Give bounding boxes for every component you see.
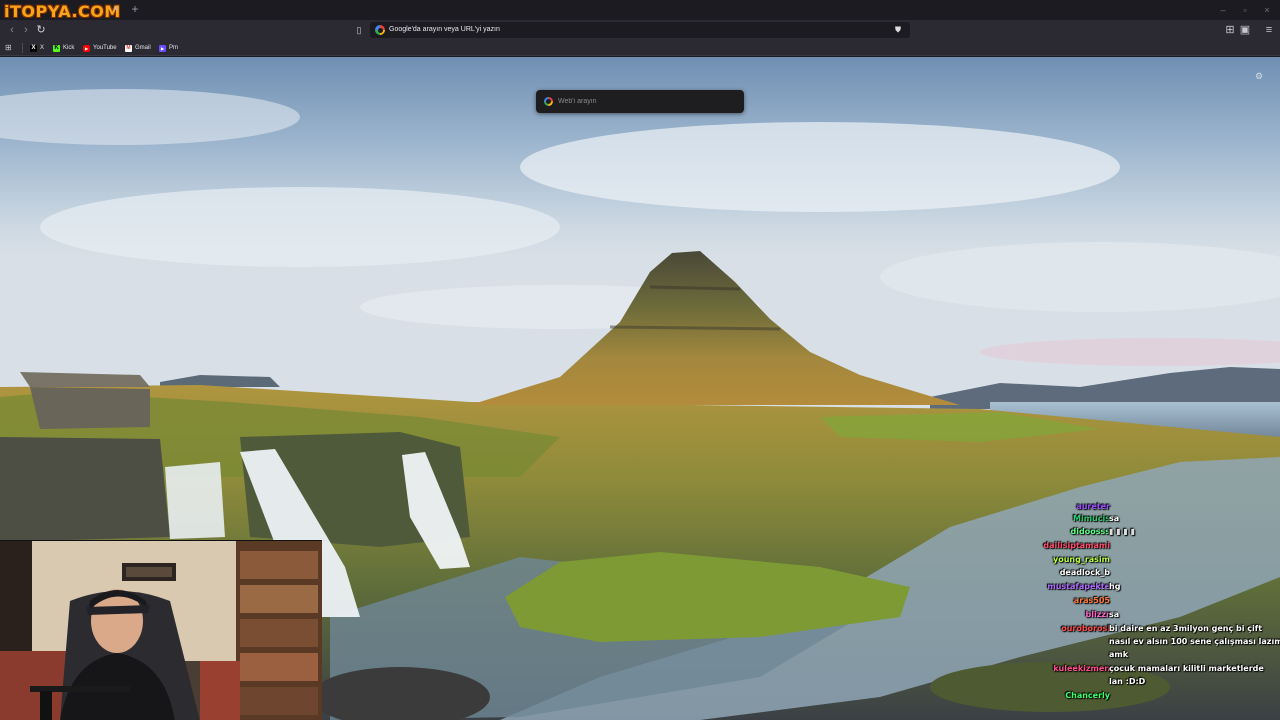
reload-icon[interactable]: ↻ [34, 23, 48, 37]
chat-text: ▮ ▮ ▮ ▮ [1109, 527, 1135, 536]
web-search-input[interactable] [558, 94, 738, 109]
back-icon[interactable]: ‹ [5, 23, 19, 37]
bookmark-label: Pm [169, 45, 178, 51]
google-icon [544, 97, 553, 106]
chat-text: bi daire en az 3milyon genç bi çift [1109, 624, 1263, 633]
sidebar-icon[interactable]: ▣ [1238, 23, 1252, 37]
bookmark-page-icon[interactable]: ▯ [354, 24, 364, 36]
address-bar[interactable]: Google'da arayın veya URL'yi yazın ⛊ [370, 22, 910, 38]
bookmark-label: Kick [63, 45, 75, 51]
chat-username: kuleekizmen [1053, 664, 1110, 673]
proton-icon: ▶ [159, 44, 166, 52]
bookmark-label: X [40, 45, 45, 51]
chat-username: ouroborosl [1061, 624, 1110, 633]
chat-text: hg [1109, 582, 1121, 591]
maximize-icon[interactable]: ▫ [1238, 3, 1252, 17]
apps-grid-icon[interactable]: ⊞ [5, 43, 14, 52]
settings-gear-icon[interactable]: ⚙ [1254, 71, 1264, 81]
shield-icon[interactable]: ⛊ [895, 25, 904, 35]
menu-icon[interactable]: ≡ [1262, 23, 1276, 37]
new-tab-button[interactable]: + [128, 2, 142, 16]
stream-chat-overlay: aureter Mimucis sa didoosss ▮ ▮ ▮ ▮ dail… [1032, 500, 1280, 720]
bookmarks-bar: ⊞ X X K Kick ▶ YouTube M Gmail ▶ Pm [0, 40, 1280, 56]
chat-username: Mimucis [1073, 514, 1110, 523]
chat-text: nasıl ev alsın 100 sene çalışması lazım [1109, 637, 1280, 646]
close-window-icon[interactable]: × [1260, 3, 1274, 17]
chat-username: dailisiptamami [1043, 541, 1110, 550]
bookmarks-divider [22, 43, 23, 53]
chat-username: deadlock_b [1059, 568, 1110, 577]
chat-username: blizzr [1085, 610, 1110, 619]
bookmark-label: Gmail [135, 45, 151, 51]
minimize-icon[interactable]: – [1216, 3, 1230, 17]
bookmark-proton[interactable]: ▶ Pm [159, 42, 178, 54]
google-icon [375, 25, 385, 35]
watermark-logo: iTOPYA.COM [4, 1, 121, 21]
chat-text: sa [1109, 610, 1120, 619]
bookmark-gmail[interactable]: M Gmail [125, 42, 151, 54]
chat-text: amk [1109, 650, 1129, 659]
x-icon: X [30, 44, 37, 52]
chat-text: lan :D:D [1109, 677, 1146, 686]
kick-icon: K [53, 44, 60, 52]
streamer-camera-image [0, 541, 322, 720]
bookmark-youtube[interactable]: ▶ YouTube [83, 42, 117, 54]
forward-icon[interactable]: › [19, 23, 33, 37]
close-tab-icon[interactable]: × [110, 4, 122, 16]
bookmark-kick[interactable]: K Kick [53, 42, 74, 54]
chat-username: mustafapekte [1047, 582, 1110, 591]
chat-text: sa [1109, 514, 1120, 523]
bookmark-label: YouTube [93, 45, 117, 51]
youtube-icon: ▶ [83, 44, 90, 52]
address-bar-placeholder[interactable]: Google'da arayın veya URL'yi yazın [389, 24, 500, 36]
bookmark-x[interactable]: X X [30, 42, 44, 54]
tab-strip: iTOPYA.COM × + – ▫ × [0, 0, 1280, 21]
chat-username: young_rasim [1052, 555, 1110, 564]
gmail-icon: M [125, 44, 132, 52]
navigation-toolbar: ‹ › ↻ ▯ Google'da arayın veya URL'yi yaz… [0, 20, 1280, 40]
webcam-feed [0, 540, 322, 720]
chat-text: çocuk mamaları kilitli marketlerde [1109, 664, 1264, 673]
chat-username: Chancerly [1065, 691, 1110, 700]
extensions-icon[interactable]: ⊞ [1223, 23, 1237, 37]
web-search-box[interactable] [536, 90, 744, 113]
chat-username: aras505 [1073, 596, 1110, 605]
chat-username: aureter [1076, 502, 1110, 511]
chat-username: didoosss [1070, 527, 1110, 536]
